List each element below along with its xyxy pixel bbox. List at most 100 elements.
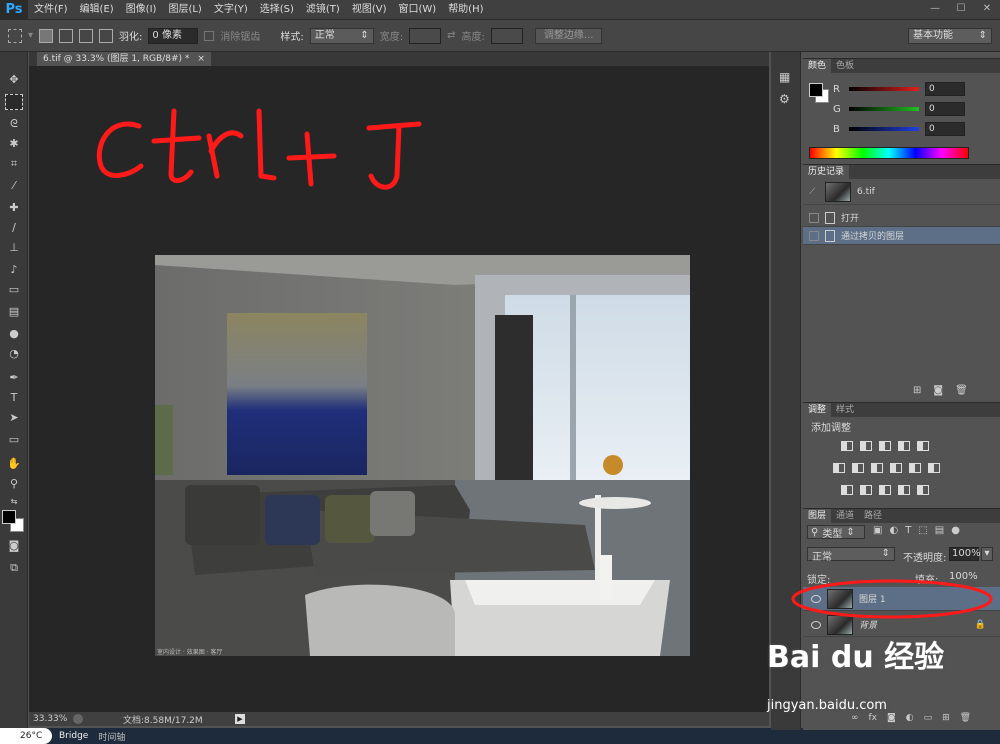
link-layers-icon[interactable]: ∞ <box>851 713 859 723</box>
selective-color-icon[interactable] <box>898 485 910 495</box>
menu-file[interactable]: 文件(F) <box>28 0 74 20</box>
history-checkbox[interactable] <box>809 230 819 241</box>
trash-icon[interactable]: 🗑 <box>955 385 968 396</box>
intersect-selection-icon[interactable] <box>99 28 114 43</box>
trash-icon[interactable]: 🗑 <box>960 713 971 723</box>
blend-mode-select[interactable]: 正常 ⇕ <box>807 547 895 563</box>
tab-layers[interactable]: 图层 <box>803 509 832 523</box>
tab-styles[interactable]: 样式 <box>831 403 859 417</box>
canvas-area[interactable]: 室内设计 · 效果图 · 客厅 <box>29 66 769 712</box>
chevron-down-icon[interactable]: ▾ <box>981 547 993 561</box>
new-layer-icon[interactable]: ⊞ <box>942 713 950 723</box>
foreground-swatch[interactable] <box>809 83 823 97</box>
new-document-from-state-icon[interactable]: ⊞ <box>913 385 921 396</box>
chevron-down-icon[interactable]: ▾ <box>28 30 33 41</box>
channel-mixer-icon[interactable] <box>909 463 921 473</box>
add-selection-icon[interactable] <box>59 28 74 43</box>
color-balance-icon[interactable] <box>852 463 864 473</box>
green-value[interactable]: 0 <box>925 102 965 116</box>
antialias-checkbox[interactable] <box>204 30 215 41</box>
red-slider[interactable] <box>849 87 919 91</box>
properties-panel-icon[interactable]: ⚙ <box>779 92 790 106</box>
timeline-tab[interactable]: 时间轴 <box>95 730 128 743</box>
foreground-color-swatch[interactable] <box>2 510 16 524</box>
height-input[interactable] <box>490 27 523 44</box>
magic-wand-icon[interactable]: ✱ <box>5 136 23 152</box>
path-select-icon[interactable]: ➤ <box>5 410 23 426</box>
zoom-level[interactable]: 33.33% <box>33 714 71 724</box>
menu-view[interactable]: 视图(V) <box>346 0 393 20</box>
photo-filter-icon[interactable] <box>890 463 902 473</box>
screen-mode-icon[interactable]: ⧉ <box>5 560 23 576</box>
history-item-layer-via-copy[interactable]: 通过拷贝的图层 <box>803 227 1000 245</box>
move-tool-icon[interactable]: ✥ <box>5 72 23 88</box>
history-panel-icon[interactable]: ▦ <box>779 70 790 84</box>
blue-slider[interactable] <box>849 127 919 131</box>
history-checkbox[interactable] <box>809 212 819 223</box>
brush-tool-icon[interactable]: ∕ <box>5 220 23 236</box>
layer-filter-select[interactable]: ⚲ 类型 ⇕ <box>807 525 865 540</box>
history-brush-icon[interactable]: ♪ <box>5 262 23 278</box>
bridge-tab[interactable]: Bridge <box>56 731 91 741</box>
gradient-tool-icon[interactable]: ▤ <box>5 304 23 320</box>
history-snapshot[interactable]: ⟋ 6.tif <box>803 179 1000 205</box>
pixel-filter-icon[interactable]: ▣ <box>873 525 882 536</box>
feather-input[interactable]: 0 像素 <box>148 27 199 44</box>
layer-style-icon[interactable]: fx <box>869 713 878 723</box>
workspace-select[interactable]: 基本功能 ⇕ <box>908 28 992 44</box>
invert-icon[interactable] <box>841 485 853 495</box>
width-input[interactable] <box>409 27 442 44</box>
curves-icon[interactable] <box>879 441 891 451</box>
pen-tool-icon[interactable]: ✒ <box>5 370 23 386</box>
eyedropper-icon[interactable]: ⁄ <box>5 178 23 194</box>
exposure-icon[interactable] <box>898 441 910 451</box>
camera-icon[interactable]: ◙ <box>933 385 943 396</box>
vibrance-icon[interactable] <box>917 441 929 451</box>
blur-tool-icon[interactable]: ● <box>5 326 23 342</box>
levels-icon[interactable] <box>860 441 872 451</box>
group-icon[interactable]: ▭ <box>924 713 933 723</box>
posterize-icon[interactable] <box>860 485 872 495</box>
gradient-map-icon[interactable] <box>917 485 929 495</box>
menu-window[interactable]: 窗口(W) <box>392 0 442 20</box>
menu-image[interactable]: 图像(I) <box>120 0 163 20</box>
threshold-icon[interactable] <box>879 485 891 495</box>
marquee-tool-icon[interactable] <box>5 94 23 110</box>
refine-edge-button[interactable]: 调整边缘... <box>534 27 603 44</box>
status-menu-icon[interactable] <box>73 714 83 724</box>
red-value[interactable]: 0 <box>925 82 965 96</box>
style-select[interactable]: 正常 ⇕ <box>309 27 374 44</box>
type-tool-icon[interactable]: T <box>5 390 23 406</box>
menu-help[interactable]: 帮助(H) <box>442 0 489 20</box>
tab-adjustments[interactable]: 调整 <box>803 403 832 417</box>
opacity-input[interactable]: 100% <box>949 547 981 561</box>
hue-saturation-icon[interactable] <box>833 463 845 473</box>
zoom-tool-icon[interactable]: ⚲ <box>5 476 23 492</box>
blue-value[interactable]: 0 <box>925 122 965 136</box>
subtract-selection-icon[interactable] <box>79 28 94 43</box>
eye-icon[interactable] <box>811 620 821 629</box>
brightness-icon[interactable] <box>841 441 853 451</box>
eraser-icon[interactable]: ▭ <box>5 282 23 298</box>
type-filter-icon[interactable]: T <box>905 525 911 536</box>
green-slider[interactable] <box>849 107 919 111</box>
document-image-living-room[interactable]: 室内设计 · 效果图 · 客厅 <box>155 255 690 656</box>
menu-type[interactable]: 文字(Y) <box>208 0 254 20</box>
swap-colors-icon[interactable]: ⇆ <box>5 494 23 510</box>
tab-history[interactable]: 历史记录 <box>803 165 850 179</box>
history-item-open[interactable]: 打开 <box>803 209 1000 227</box>
tab-channels[interactable]: 通道 <box>831 509 859 523</box>
maximize-button[interactable]: ☐ <box>948 0 974 16</box>
document-tab[interactable]: 6.tif @ 33.3% (图层 1, RGB/8#) * × <box>37 52 211 66</box>
color-spectrum-bar[interactable] <box>809 147 969 159</box>
menu-filter[interactable]: 滤镜(T) <box>300 0 346 20</box>
tab-color[interactable]: 颜色 <box>803 59 832 73</box>
filter-toggle-icon[interactable]: ● <box>951 525 960 536</box>
quick-mask-icon[interactable]: ◙ <box>5 538 23 554</box>
black-white-icon[interactable] <box>871 463 883 473</box>
tab-paths[interactable]: 路径 <box>859 509 887 523</box>
swap-icon[interactable]: ⇄ <box>447 30 455 41</box>
color-lookup-icon[interactable] <box>928 463 940 473</box>
healing-brush-icon[interactable]: ✚ <box>5 200 23 216</box>
tab-swatches[interactable]: 色板 <box>831 59 859 73</box>
